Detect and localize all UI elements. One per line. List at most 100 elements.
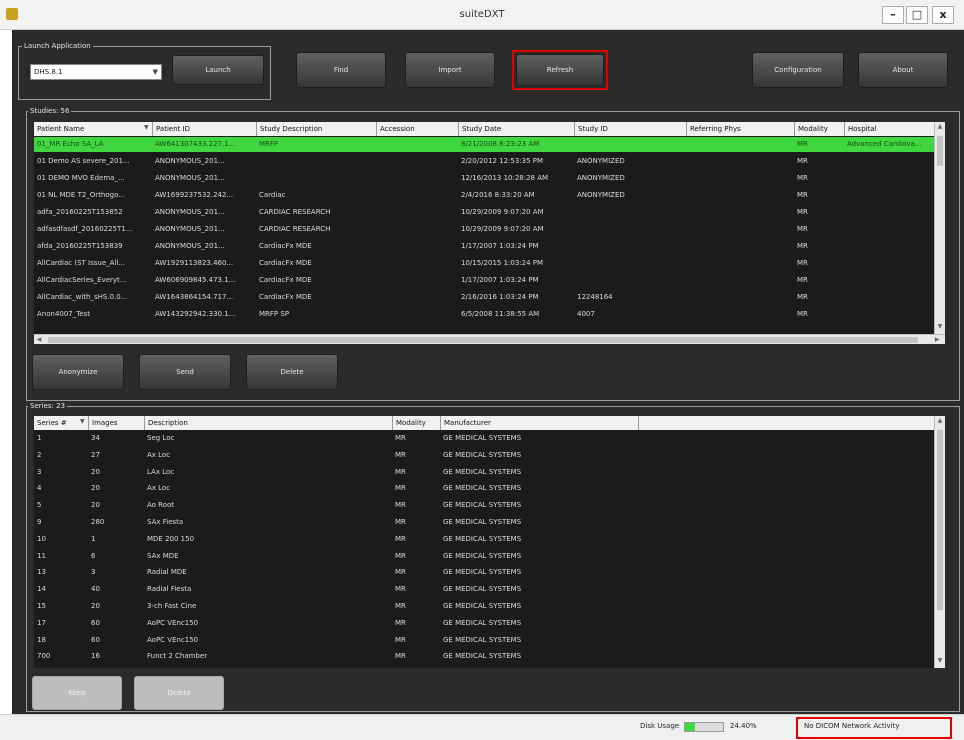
study-cell-modality: MR	[797, 140, 808, 148]
studies-hscroll-thumb[interactable]	[48, 337, 918, 343]
series-cell-images: 60	[91, 618, 100, 627]
application-select[interactable]: DHS.8.1 ▼	[30, 64, 162, 80]
series-row[interactable]: 3 20 LAx Loc MR GE MEDICAL SYSTEMS	[34, 465, 934, 480]
study-row[interactable]: adfa_20160225T153852 ANONYMOUS_201... CARD…	[34, 205, 934, 220]
study-cell-referring-phys	[686, 205, 794, 220]
series-row[interactable]: 13 3 Radial MDE MR GE MEDICAL SYSTEMS	[34, 565, 934, 580]
series-row[interactable]: 5 20 Ao Root MR GE MEDICAL SYSTEMS	[34, 498, 934, 513]
series-row[interactable]: 14 40 Radial Fiesta MR GE MEDICAL SYSTEMS	[34, 582, 934, 597]
study-row[interactable]: AllCardiac (ST Issue_All... AW1929113823.…	[34, 256, 934, 271]
delete-series-button[interactable]: Delete	[134, 676, 224, 710]
series-cell-description: 3-ch Fast Cine	[147, 602, 197, 610]
study-cell-study-id	[574, 273, 686, 288]
study-row[interactable]: AllCardiac_with_sHS.0.0... AW1643864154.7…	[34, 290, 934, 305]
series-row[interactable]: 17 60 AoPC VEnc150 MR GE MEDICAL SYSTEMS	[34, 616, 934, 631]
series-cell-description: Ax Loc	[147, 484, 171, 493]
scroll-up-icon[interactable]: ▲	[935, 122, 945, 132]
series-row[interactable]: 4 20 Ax Loc MR GE MEDICAL SYSTEMS	[34, 481, 934, 496]
study-cell-patient-id: AW606909845.473.1...	[155, 276, 236, 284]
series-col-images[interactable]: Images	[88, 416, 144, 430]
scroll-down-icon[interactable]: ▼	[935, 656, 945, 666]
studies-col-patient-id[interactable]: Patient ID	[152, 122, 256, 136]
study-cell-study-id: ANONYMIZED	[577, 191, 625, 199]
studies-col-referring-phys[interactable]: Referring Phys	[686, 122, 794, 136]
scroll-left-icon[interactable]: ◀	[34, 335, 44, 344]
send-button[interactable]: Send	[139, 354, 231, 390]
series-col-description[interactable]: Description	[144, 416, 392, 430]
study-cell-accession	[376, 290, 458, 305]
series-cell-number: 17	[37, 618, 46, 627]
series-cell-manufacturer: GE MEDICAL SYSTEMS	[443, 635, 522, 644]
study-cell-referring-phys	[686, 273, 794, 288]
series-cell-modality: MR	[395, 618, 406, 627]
series-cell-number: 10	[37, 534, 46, 543]
series-cell-description: LAx Loc	[147, 467, 175, 476]
study-cell-patient-id: AW143292942.330.1...	[155, 310, 236, 318]
series-cell-number: 15	[37, 602, 46, 610]
series-cell-manufacturer: GE MEDICAL SYSTEMS	[443, 585, 522, 594]
series-row[interactable]: 18 60 AoPC VEnc150 MR GE MEDICAL SYSTEMS	[34, 633, 934, 648]
launch-button[interactable]: Launch	[172, 55, 264, 85]
series-cell-images: 280	[91, 518, 105, 526]
study-row[interactable]: adfasdfasdf_20160225T1... ANONYMOUS_201..…	[34, 222, 934, 237]
anonymize-button[interactable]: Anonymize	[32, 354, 124, 390]
studies-col-accession[interactable]: Accession	[376, 122, 458, 136]
study-cell-accession	[376, 256, 458, 271]
studies-col-study-date[interactable]: Study Date	[458, 122, 574, 136]
series-row[interactable]: 15 20 3-ch Fast Cine MR GE MEDICAL SYSTEMS	[34, 599, 934, 614]
studies-col-modality[interactable]: Modality	[794, 122, 844, 136]
studies-horizontal-scrollbar[interactable]: ◀ ▶	[34, 334, 945, 344]
series-row[interactable]: 2 27 Ax Loc MR GE MEDICAL SYSTEMS	[34, 448, 934, 463]
studies-table: Patient Name ▼ Patient ID Study Descript…	[34, 122, 945, 344]
study-row[interactable]: 01 DEMO MVO Edema_... ANONYMOUS_201... 12/…	[34, 171, 934, 186]
series-cell-description: SAx MDE	[147, 551, 179, 560]
study-cell-patient-id: ANONYMOUS_201...	[155, 242, 225, 250]
scroll-right-icon[interactable]: ▶	[932, 335, 942, 344]
about-button[interactable]: About	[858, 52, 948, 88]
study-row[interactable]: Anon4007_Test AW143292942.330.1... MRFP SP…	[34, 307, 934, 322]
configuration-button[interactable]: Configuration	[752, 52, 844, 88]
study-cell-hospital	[844, 205, 934, 220]
studies-col-hospital[interactable]: Hospital	[844, 122, 934, 136]
series-col-manufacturer[interactable]: Manufacturer	[440, 416, 638, 430]
import-button[interactable]: Import	[405, 52, 495, 88]
series-row[interactable]: 11 6 SAx MDE MR GE MEDICAL SYSTEMS	[34, 549, 934, 564]
study-cell-modality: MR	[797, 310, 808, 318]
studies-vscroll-thumb[interactable]	[937, 136, 943, 166]
series-row[interactable]: 1 34 Seg Loc MR GE MEDICAL SYSTEMS	[34, 431, 934, 446]
series-row[interactable]: 700 16 Funct 2 Chamber MR GE MEDICAL SYSTEMS	[34, 649, 934, 664]
refresh-button[interactable]: Refresh	[516, 54, 604, 86]
series-col-modality[interactable]: Modality	[392, 416, 440, 430]
series-vscroll-thumb[interactable]	[937, 430, 943, 610]
keep-button[interactable]: Keep	[32, 676, 122, 710]
study-row[interactable]: 01_MR Echo SA_LA AW641307433.227.1... MRFP…	[34, 137, 934, 152]
study-row[interactable]: 01 NL MDE T2_Orthogo... AW1699237532.242.…	[34, 188, 934, 203]
study-cell-modality: MR	[797, 276, 808, 284]
series-cell-images: 20	[91, 484, 100, 493]
close-button[interactable]: x	[932, 6, 954, 24]
series-vertical-scrollbar[interactable]: ▲ ▼	[934, 416, 945, 668]
scroll-down-icon[interactable]: ▼	[935, 322, 945, 332]
study-row[interactable]: AllCardiacSeries_Everyt... AW606909845.47…	[34, 273, 934, 288]
scroll-up-icon[interactable]: ▲	[935, 416, 945, 426]
series-row[interactable]: 9 280 SAx Fiesta MR GE MEDICAL SYSTEMS	[34, 515, 934, 530]
series-cell-manufacturer: GE MEDICAL SYSTEMS	[443, 602, 522, 610]
study-cell-accession	[376, 137, 458, 152]
studies-vertical-scrollbar[interactable]: ▲ ▼	[934, 122, 945, 334]
series-cell-number: 2	[37, 450, 42, 459]
studies-col-patient-name[interactable]: Patient Name	[34, 122, 152, 136]
series-row[interactable]: 10 1 MDE 200 150 MR GE MEDICAL SYSTEMS	[34, 532, 934, 547]
study-row[interactable]: 01 Demo AS severe_201... ANONYMOUS_201...…	[34, 154, 934, 169]
studies-group-label: Studies: 56	[28, 106, 72, 116]
chevron-down-icon: ▼	[152, 68, 158, 76]
studies-col-study-description[interactable]: Study Description	[256, 122, 376, 136]
minimize-button[interactable]: –	[882, 6, 904, 24]
maximize-button[interactable]: □	[906, 6, 928, 24]
series-cell-manufacturer: GE MEDICAL SYSTEMS	[443, 434, 522, 442]
studies-col-study-id[interactable]: Study ID	[574, 122, 686, 136]
find-button[interactable]: Find	[296, 52, 386, 88]
study-cell-referring-phys	[686, 137, 794, 152]
delete-study-button[interactable]: Delete	[246, 354, 338, 390]
series-cell-modality: MR	[395, 501, 406, 510]
study-row[interactable]: afda_20160225T153839 ANONYMOUS_201... Card…	[34, 239, 934, 254]
